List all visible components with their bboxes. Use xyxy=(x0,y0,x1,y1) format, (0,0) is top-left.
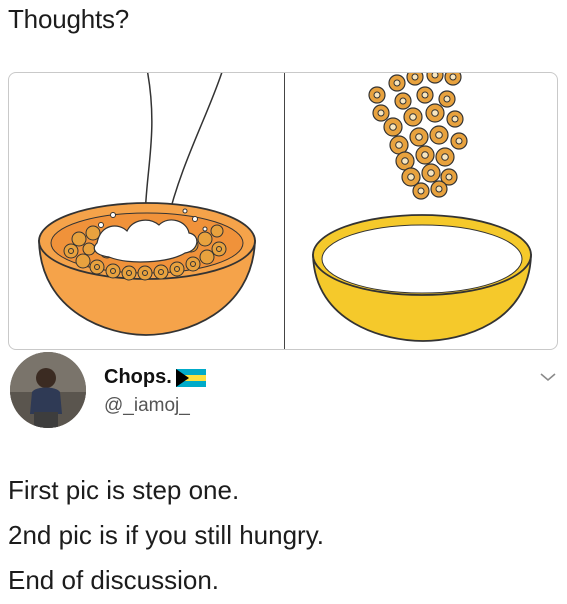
chevron-down-icon[interactable] xyxy=(538,370,558,384)
post-caption: Thoughts? xyxy=(8,4,130,34)
avatar[interactable] xyxy=(10,352,86,428)
cereal-comparison-image xyxy=(8,72,558,350)
panel-cereal-first xyxy=(9,73,285,349)
display-name[interactable]: Chops. xyxy=(104,366,206,389)
bahamas-flag-icon xyxy=(175,368,206,387)
orange-bowl-illustration xyxy=(38,73,256,336)
milk-surface xyxy=(321,224,523,294)
avatar-photo-icon xyxy=(10,352,86,428)
yellow-bowl-illustration xyxy=(312,73,532,342)
panel-milk-first xyxy=(285,73,557,349)
tweet-line: 2nd pic is if you still hungry. xyxy=(8,520,324,550)
milk-stream xyxy=(144,73,223,224)
tweet-header: Chops. @_iamoj_ xyxy=(8,352,564,432)
user-handle[interactable]: @_iamoj_ xyxy=(104,395,190,417)
tweet-line: End of discussion. xyxy=(8,565,220,595)
tweet-line: First pic is step one. xyxy=(8,475,240,505)
tweet-text: First pic is step one. 2nd pic is if you… xyxy=(8,468,324,603)
display-name-text: Chops. xyxy=(104,366,172,388)
